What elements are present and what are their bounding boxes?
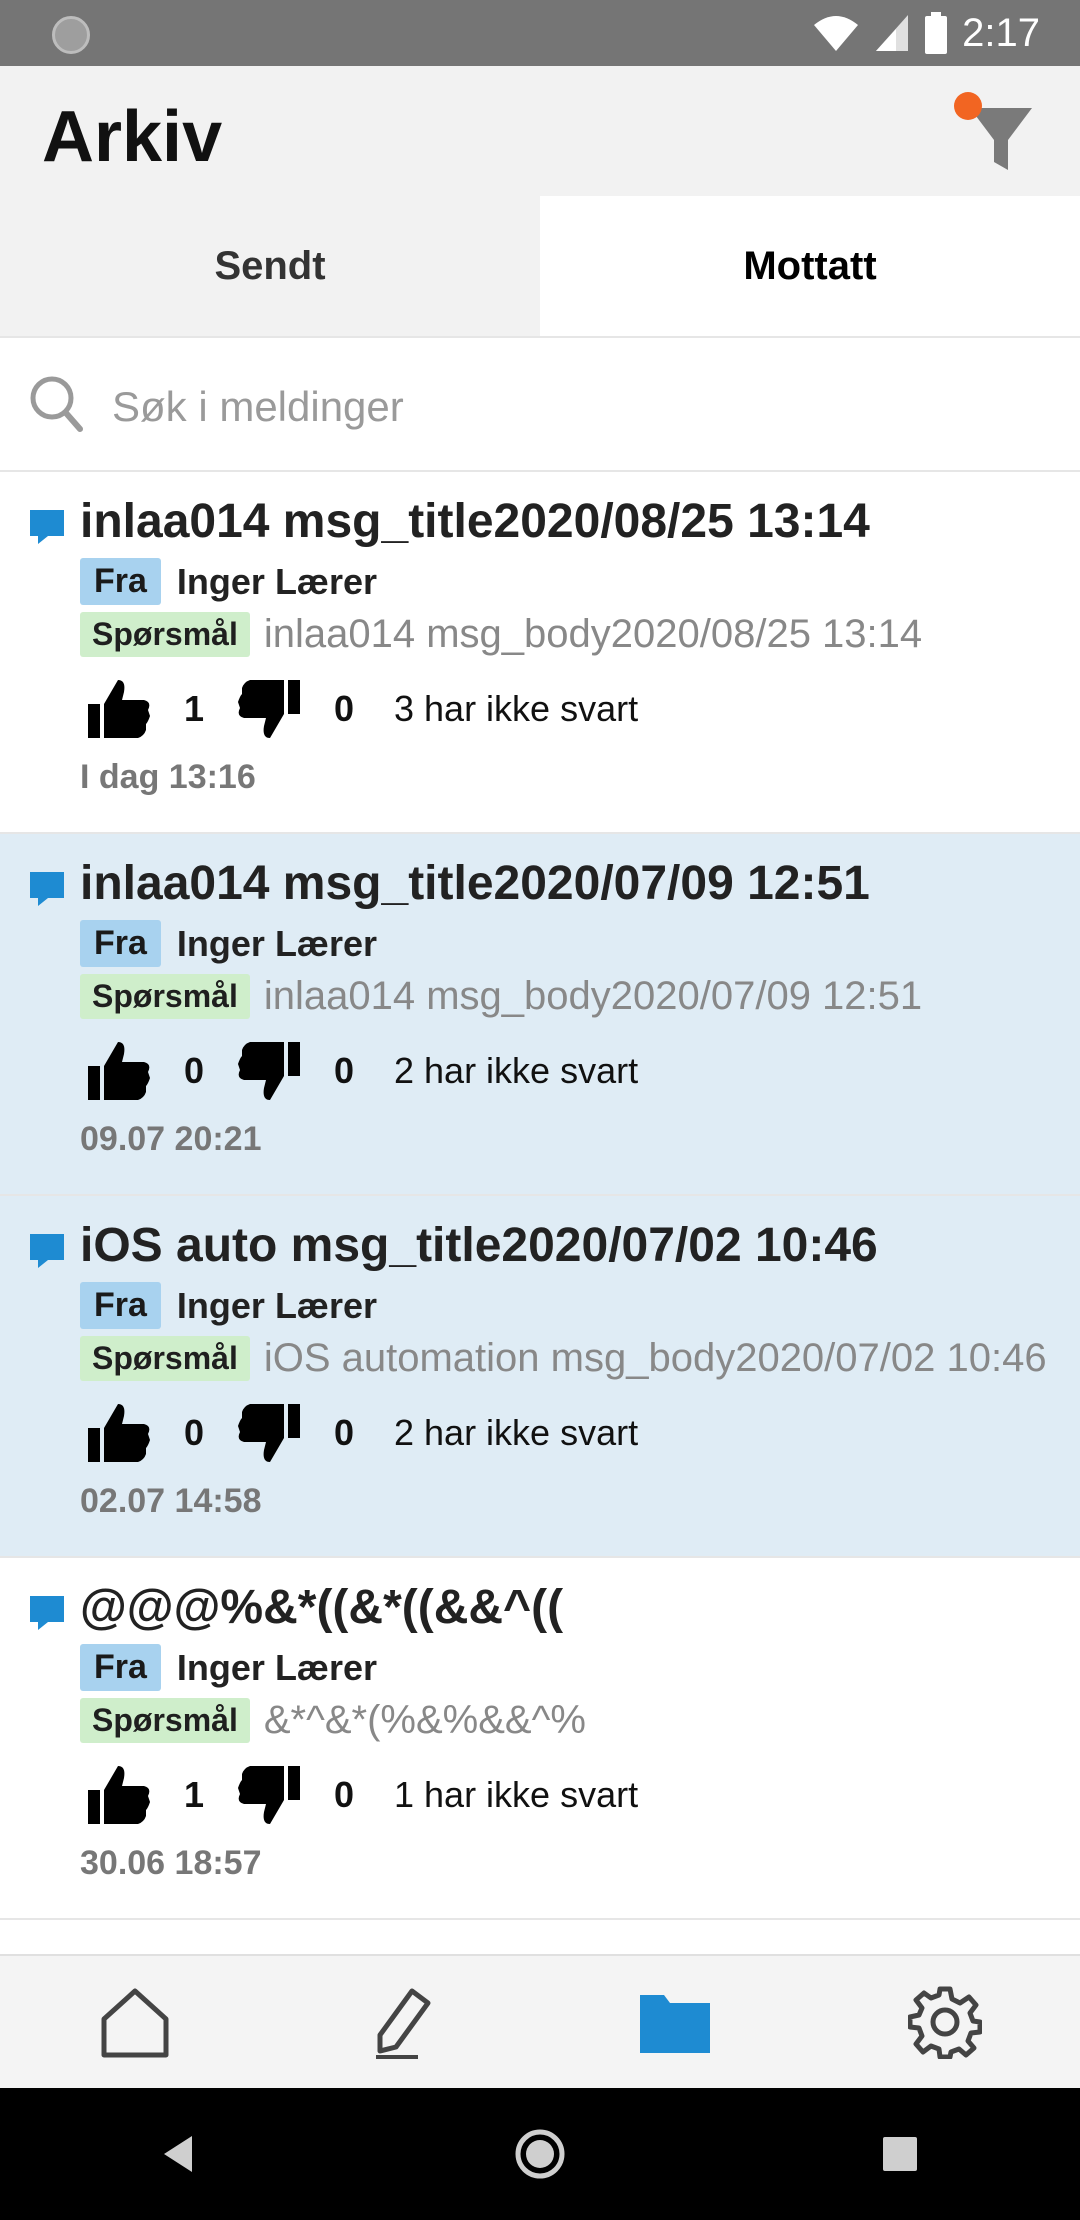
from-badge: Fra (80, 558, 161, 605)
body-row: Spørsmål iOS automation msg_body2020/07/… (80, 1336, 1060, 1381)
tab-sent[interactable]: Sendt (0, 196, 540, 336)
thumbs-up-icon (88, 1404, 150, 1462)
search-input[interactable] (110, 366, 1014, 448)
nav-compose[interactable] (270, 1956, 540, 2088)
from-badge: Fra (80, 920, 161, 967)
vote-row: 1 0 3 har ikke svart (84, 674, 638, 744)
app-header: Arkiv (0, 66, 1080, 196)
likes-count: 1 (183, 688, 205, 729)
message-date: 02.07 14:58 (80, 1482, 262, 1520)
sender-name: Inger Lærer (176, 1284, 377, 1326)
tab-bar: Sendt Mottatt (0, 196, 1080, 336)
nav-settings[interactable] (810, 1956, 1080, 2088)
likes-count: 0 (183, 1412, 205, 1453)
dislikes-count: 0 (333, 1774, 355, 1815)
message-body: inlaa014 msg_body2020/08/25 13:14 (263, 612, 923, 656)
message-item[interactable]: inlaa014 msg_title2020/07/09 12:51 Fra I… (0, 834, 1080, 1196)
chat-bubble-icon (30, 1596, 64, 1630)
from-badge: Fra (80, 1644, 161, 1691)
thumbs-down-icon (238, 1404, 300, 1462)
question-badge: Spørsmål (80, 612, 250, 657)
question-badge: Spørsmål (80, 974, 250, 1019)
cell-signal-icon (876, 15, 909, 51)
wifi-icon (814, 16, 859, 51)
sender-name: Inger Lærer (176, 560, 377, 602)
thumbs-up-icon (88, 680, 150, 738)
message-title: inlaa014 msg_title2020/07/09 12:51 (80, 857, 870, 910)
sender-row: Fra Inger Lærer (80, 1282, 377, 1329)
thumbs-up-icon (88, 1042, 150, 1100)
home-circle-icon[interactable] (510, 2124, 570, 2184)
vote-row: 0 0 2 har ikke svart (84, 1398, 638, 1468)
pen-icon (376, 1988, 431, 2059)
page-title: Arkiv (42, 97, 223, 177)
message-item[interactable]: @@@%&*((&*((&&^(( Fra Inger Lærer Spørsm… (0, 1558, 1080, 1920)
filter-icon (970, 108, 1032, 170)
chat-bubble-icon (30, 510, 64, 544)
from-badge: Fra (80, 1282, 161, 1329)
thumbs-down-icon (238, 1766, 300, 1824)
body-row: Spørsmål &*^&*(%&%&&^% (80, 1698, 1060, 1743)
message-item[interactable]: inlaa014 msg_title2020/08/25 13:14 Fra I… (0, 472, 1080, 834)
sender-row: Fra Inger Lærer (80, 920, 377, 967)
sender-name: Inger Lærer (176, 922, 377, 964)
sender-name: Inger Lærer (176, 1646, 377, 1688)
message-title: inlaa014 msg_title2020/08/25 13:14 (80, 495, 870, 548)
message-title: iOS auto msg_title2020/07/02 10:46 (80, 1219, 878, 1272)
question-badge: Spørsmål (80, 1336, 250, 1381)
no-reply-count: 1 har ikke svart (394, 1774, 639, 1815)
gear-icon (908, 1986, 982, 2059)
nav-home[interactable] (0, 1956, 270, 2088)
message-body: iOS automation msg_body2020/07/02 10:46 (263, 1336, 1047, 1380)
message-body: &*^&*(%&%&&^% (263, 1698, 586, 1742)
dislikes-count: 0 (333, 1050, 355, 1091)
no-reply-count: 3 har ikke svart (394, 688, 639, 729)
sender-row: Fra Inger Lærer (80, 1644, 377, 1691)
message-date: I dag 13:16 (80, 758, 256, 796)
home-icon (101, 1988, 169, 2058)
clock: 2:17 (962, 10, 1040, 55)
message-date: 09.07 20:21 (80, 1120, 262, 1158)
message-body: inlaa014 msg_body2020/07/09 12:51 (263, 974, 923, 1018)
message-item[interactable]: iOS auto msg_title2020/07/02 10:46 Fra I… (0, 1196, 1080, 1558)
tab-received[interactable]: Mottatt (540, 196, 1080, 336)
battery-icon (925, 12, 948, 54)
filter-active-dot (954, 92, 982, 120)
message-list: inlaa014 msg_title2020/08/25 13:14 Fra I… (0, 472, 1080, 1920)
nav-archive[interactable] (540, 1956, 810, 2088)
body-row: Spørsmål inlaa014 msg_body2020/08/25 13:… (80, 612, 1060, 657)
bottom-nav (0, 1954, 1080, 2088)
chat-bubble-icon (30, 872, 64, 906)
message-title: @@@%&*((&*((&&^(( (80, 1581, 564, 1634)
status-bar: 2:17 (0, 0, 1080, 66)
system-nav-bar (0, 2088, 1080, 2220)
recents-icon[interactable] (870, 2124, 930, 2184)
dislikes-count: 0 (333, 1412, 355, 1453)
likes-count: 0 (183, 1050, 205, 1091)
thumbs-down-icon (238, 1042, 300, 1100)
no-reply-count: 2 har ikke svart (394, 1412, 639, 1453)
sender-row: Fra Inger Lærer (80, 558, 377, 605)
back-icon[interactable] (150, 2124, 210, 2184)
vote-row: 1 0 1 har ikke svart (84, 1760, 638, 1830)
sync-icon (52, 16, 90, 54)
status-indicators: 2:17 (812, 8, 1040, 58)
body-row: Spørsmål inlaa014 msg_body2020/07/09 12:… (80, 974, 1060, 1019)
thumbs-down-icon (238, 680, 300, 738)
chat-bubble-icon (30, 1234, 64, 1268)
dislikes-count: 0 (333, 688, 355, 729)
search-icon (30, 376, 83, 432)
folder-icon (640, 1995, 710, 2053)
thumbs-up-icon (88, 1766, 150, 1824)
likes-count: 1 (183, 1774, 205, 1815)
search-bar (0, 336, 1080, 472)
question-badge: Spørsmål (80, 1698, 250, 1743)
vote-row: 0 0 2 har ikke svart (84, 1036, 638, 1106)
no-reply-count: 2 har ikke svart (394, 1050, 639, 1091)
message-date: 30.06 18:57 (80, 1844, 262, 1882)
filter-button[interactable] (940, 78, 1040, 188)
